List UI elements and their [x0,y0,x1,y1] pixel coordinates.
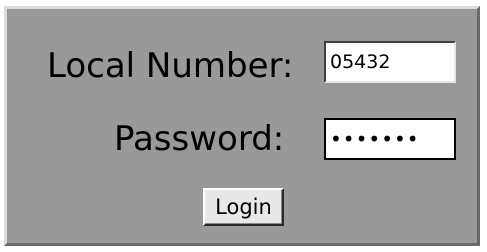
login-panel: Local Number: Password: Login [4,6,480,246]
local-number-label: Local Number: [47,46,294,86]
local-number-input[interactable] [324,41,456,83]
login-button[interactable]: Login [203,188,284,226]
password-label: Password: [114,119,285,159]
password-input[interactable] [324,118,456,160]
